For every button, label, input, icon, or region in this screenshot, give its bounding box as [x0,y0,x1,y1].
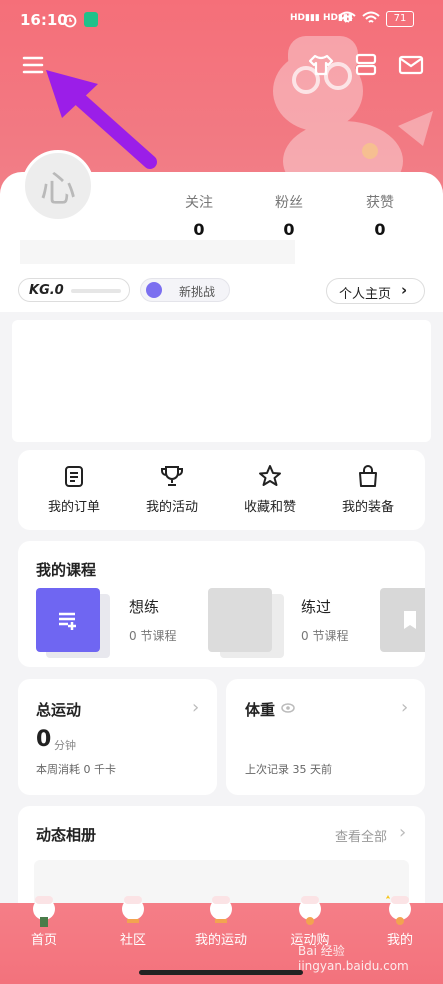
username-redacted [20,240,295,264]
stat-label: 粉丝 [275,195,303,211]
tab-my-exercise[interactable]: 我的运动 [181,893,261,948]
stat-value: 0 [193,220,205,239]
quick-action-label: 我的活动 [145,500,198,515]
star-icon [259,465,281,486]
exercise-title: 总运动 [36,701,82,719]
homepage-label: 个人主页 [339,287,392,302]
stat-followers[interactable]: 粉丝 0 [259,192,319,239]
alarm-icon [62,12,78,32]
quick-action-orders[interactable]: 我的订单 [34,464,114,515]
status-time: 16:10 [20,11,68,29]
challenge-badge[interactable]: 新挑战 [140,278,230,302]
tab-mine[interactable]: 我的 [360,893,440,948]
want-practice-thumb[interactable] [36,588,100,652]
course-name[interactable]: 想练 [129,596,159,617]
album-view-all[interactable]: 查看全部 [335,826,387,845]
chevron-right-icon: › [401,697,409,718]
avatar[interactable]: 心 [22,150,94,222]
wifi-icon-2 [362,11,380,29]
bookmark-icon [404,611,416,629]
tab-shop[interactable]: 运动购 [270,893,350,948]
level-text: KG.0 [29,283,64,298]
course-count: 0 节课程 [129,629,177,643]
home-indicator[interactable] [139,970,303,975]
challenge-label: 新挑战 [179,285,216,299]
avatar-placeholder: 心 [39,169,76,210]
tab-home[interactable]: 首页 [4,893,84,948]
mascot-community-icon [122,896,144,923]
mascot-home-icon [33,896,55,927]
watermark: Bai 经验 jingyan.baidu.com [298,944,409,973]
wifi-icon [338,11,356,29]
stat-label: 获赞 [366,195,394,211]
level-progress [71,289,121,293]
tab-community[interactable]: 社区 [93,893,173,948]
stat-likes[interactable]: 获赞 0 [350,192,410,239]
mail-icon[interactable] [397,52,425,78]
clipboard-icon [65,466,83,487]
list-add-icon [59,612,76,630]
quick-action-equipment[interactable]: 我的装备 [328,464,408,515]
exercise-unit: 分钟 [54,739,76,752]
quick-action-label: 我的装备 [341,500,394,515]
stat-value: 0 [283,220,295,239]
homepage-button[interactable]: 个人主页 › [326,278,425,304]
shirt-icon[interactable] [307,52,335,78]
bag-icon [359,465,377,487]
level-badge[interactable]: KG.0 [18,278,130,302]
battery-indicator: 71 [386,11,414,27]
tab-label: 我的运动 [194,933,247,948]
practiced-thumb[interactable] [208,588,272,652]
course-name[interactable]: 练过 [301,596,331,617]
quick-action-favorites[interactable]: 收藏和赞 [230,464,310,515]
chevron-right-icon: › [399,822,407,843]
weight-card[interactable] [226,679,425,795]
weight-note: 上次记录 35 天前 [245,763,332,776]
tab-label: 首页 [30,933,57,948]
banner-placeholder[interactable] [12,320,431,442]
mascot-exercise-icon [210,896,232,923]
stat-following[interactable]: 关注 0 [169,192,229,239]
exercise-value: 0 [36,727,52,752]
quick-action-label: 我的订单 [47,500,100,515]
scan-device-icon[interactable] [352,52,380,78]
weight-title: 体重 [245,701,276,719]
status-bar: 16:10 HD▮▮▮ HD▮▮▮ 71 [0,0,443,40]
tab-label: 社区 [119,933,146,948]
shield-icon [84,12,98,27]
mascot-shop-icon [299,896,321,925]
chevron-right-icon: › [401,281,408,299]
quick-action-label: 收藏和赞 [243,500,296,515]
course-count: 0 节课程 [301,629,349,643]
exercise-note: 本周消耗 0 千卡 [36,763,116,776]
bookmark-thumb[interactable] [380,588,425,652]
mascot-mine-icon [386,895,411,925]
album-title: 动态相册 [36,826,97,844]
courses-title: 我的课程 [36,561,97,579]
stat-value: 0 [374,220,386,239]
chevron-right-icon: › [192,697,200,718]
trophy-icon [161,466,183,486]
quick-action-activities[interactable]: 我的活动 [132,464,212,515]
mascot-illustration [273,36,433,196]
stat-label: 关注 [185,195,213,211]
eye-icon[interactable] [281,703,295,713]
challenge-icon [146,282,162,298]
